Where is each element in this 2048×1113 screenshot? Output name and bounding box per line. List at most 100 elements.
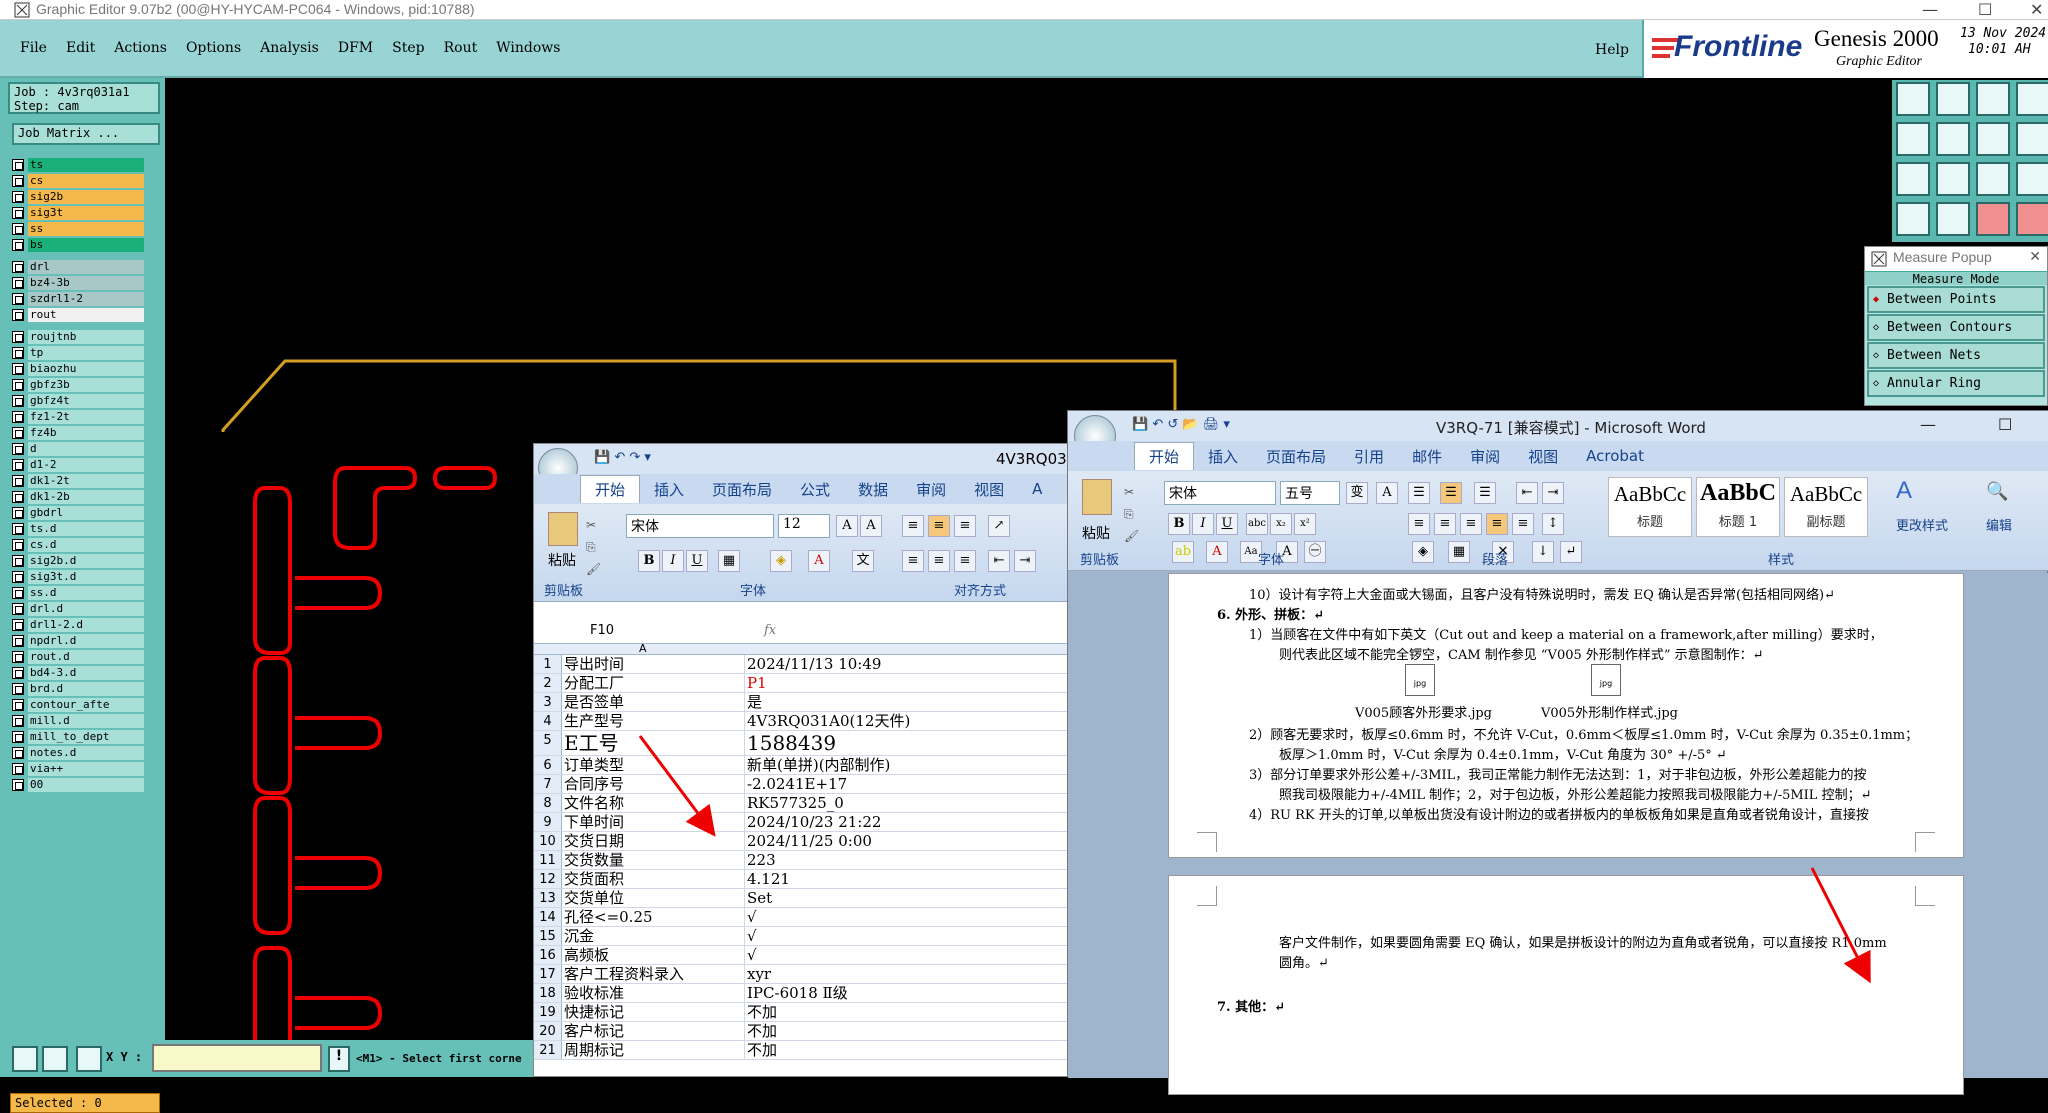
document-area[interactable]: 10）设计有字符上大金面或大锡面，且客户没有特殊说明时，需发 EQ 确认是否异常…: [1068, 573, 2048, 1095]
home-icon[interactable]: [1976, 82, 2010, 116]
layer-row[interactable]: biaozhu: [12, 362, 144, 376]
info-icon[interactable]: !: [328, 1046, 350, 1072]
layer-row[interactable]: npdrl.d: [12, 634, 144, 648]
row-number[interactable]: 17: [534, 965, 562, 983]
layer-row[interactable]: via++: [12, 762, 144, 776]
word-tab-refs[interactable]: 引用: [1340, 446, 1398, 467]
distribute-icon[interactable]: ≡: [1512, 513, 1534, 535]
word-font-select[interactable]: 宋体: [1164, 481, 1276, 505]
row-number[interactable]: 5: [534, 731, 562, 755]
layer-row[interactable]: rout: [12, 308, 144, 322]
row-number[interactable]: 10: [534, 832, 562, 850]
net-red-icon[interactable]: [2016, 202, 2048, 236]
cell-label[interactable]: 验收标准: [562, 984, 745, 1002]
cell-value[interactable]: Set: [745, 889, 1074, 907]
layer-checkbox[interactable]: [12, 443, 24, 455]
help-icon[interactable]: [2016, 162, 2048, 196]
layer-checkbox[interactable]: [12, 223, 24, 235]
layer-checkbox[interactable]: [12, 309, 24, 321]
mode-between-points[interactable]: ◆ Between Points: [1867, 286, 2045, 313]
row-number[interactable]: 2: [534, 674, 562, 692]
close-icon[interactable]: ✕: [2030, 0, 2043, 19]
excel-size-select[interactable]: 12: [778, 514, 830, 538]
layer-checkbox[interactable]: [12, 379, 24, 391]
layer-row[interactable]: mill.d: [12, 714, 144, 728]
layer-row[interactable]: fz4b: [12, 426, 144, 440]
layer-checkbox[interactable]: [12, 587, 24, 599]
cell-label[interactable]: 沉金: [562, 927, 745, 945]
mode-annular-ring[interactable]: ◇ Annular Ring: [1867, 370, 2045, 397]
cell-value[interactable]: √: [745, 927, 1074, 945]
layer-row[interactable]: rout.d: [12, 650, 144, 664]
word-tab-layout[interactable]: 页面布局: [1252, 446, 1340, 467]
mode-between-nets[interactable]: ◇ Between Nets: [1867, 342, 2045, 369]
italic-icon[interactable]: I: [662, 550, 684, 572]
paste-label[interactable]: 粘贴: [548, 550, 576, 570]
row-number[interactable]: 11: [534, 851, 562, 869]
row-number[interactable]: 9: [534, 813, 562, 831]
layer-checkbox[interactable]: [12, 523, 24, 535]
layer-checkbox[interactable]: [12, 475, 24, 487]
indent-icon[interactable]: ⇤: [988, 550, 1010, 572]
layer-row[interactable]: gbfz4t: [12, 394, 144, 408]
style-subtitle[interactable]: AaBbCc 副标题: [1784, 477, 1868, 537]
cell-label[interactable]: E工号: [562, 731, 745, 755]
xy-input[interactable]: [152, 1044, 322, 1072]
row-number[interactable]: 7: [534, 775, 562, 793]
italic-icon[interactable]: I: [1192, 513, 1214, 535]
cell-label[interactable]: 客户工程资料录入: [562, 965, 745, 983]
maximize-icon[interactable]: ☐: [1978, 0, 1992, 19]
cell-label[interactable]: 生产型号: [562, 712, 745, 730]
layer-checkbox[interactable]: [12, 207, 24, 219]
row-number[interactable]: 16: [534, 946, 562, 964]
paste-label[interactable]: 粘贴: [1082, 523, 1110, 543]
row-number[interactable]: 15: [534, 927, 562, 945]
layer-row[interactable]: contour_afte: [12, 698, 144, 712]
menu-actions[interactable]: Actions: [114, 40, 167, 56]
column-a-header[interactable]: A: [639, 642, 647, 655]
layer-row[interactable]: drl.d: [12, 602, 144, 616]
layer-row[interactable]: dk1-2t: [12, 474, 144, 488]
menu-rout[interactable]: Rout: [444, 40, 478, 56]
cell-value[interactable]: P1: [745, 674, 1074, 692]
row-number[interactable]: 13: [534, 889, 562, 907]
cell-label[interactable]: 合同序号: [562, 775, 745, 793]
align-right-icon[interactable]: ≡: [1460, 513, 1482, 535]
job-matrix-button[interactable]: Job Matrix ...: [12, 123, 160, 145]
word-tab-acrobat[interactable]: Acrobat: [1572, 447, 1658, 465]
numbering-icon[interactable]: ☰: [1440, 482, 1462, 504]
bold-icon[interactable]: B: [638, 550, 660, 572]
superscript-icon[interactable]: x²: [1294, 513, 1316, 535]
cell-value[interactable]: 是: [745, 693, 1074, 711]
layer-row[interactable]: drl1-2.d: [12, 618, 144, 632]
layer-checkbox[interactable]: [12, 651, 24, 663]
row-number[interactable]: 8: [534, 794, 562, 812]
subscript-icon[interactable]: x₂: [1270, 513, 1292, 535]
minimize-icon[interactable]: —: [1922, 0, 1938, 19]
excel-tab-acrobat[interactable]: A: [1018, 480, 1056, 498]
layer-checkbox[interactable]: [12, 507, 24, 519]
layer-checkbox[interactable]: [12, 619, 24, 631]
layer-row[interactable]: brd.d: [12, 682, 144, 696]
layer-row[interactable]: ts: [12, 158, 144, 172]
quick-access-icon[interactable]: 💾 ↶ ↺ 📂 🖨 ▾: [1132, 417, 1230, 432]
cell-value[interactable]: RK577325_0: [745, 794, 1074, 812]
cell-label[interactable]: 周期标记: [562, 1041, 745, 1059]
layer-row[interactable]: mill_to_dept: [12, 730, 144, 744]
excel-tab-data[interactable]: 数据: [844, 479, 902, 500]
layer-row[interactable]: cs: [12, 174, 144, 188]
highlight-icon[interactable]: ab: [1172, 541, 1194, 563]
menu-edit[interactable]: Edit: [66, 40, 95, 56]
cell-value[interactable]: 223: [745, 851, 1074, 869]
layer-checkbox[interactable]: [12, 779, 24, 791]
increase-indent-icon[interactable]: ⇥: [1542, 482, 1564, 504]
menu-analysis[interactable]: Analysis: [260, 40, 319, 56]
align-left-icon[interactable]: ≡: [902, 550, 924, 572]
layer-checkbox[interactable]: [12, 635, 24, 647]
fx-icon[interactable]: fx: [764, 623, 776, 638]
layer-checkbox[interactable]: [12, 731, 24, 743]
enclose-char-icon[interactable]: ㊀: [1304, 541, 1326, 563]
menu-dfm[interactable]: DFM: [338, 40, 373, 56]
layer-down-icon[interactable]: [1936, 82, 1970, 116]
cell-label[interactable]: 交货数量: [562, 851, 745, 869]
